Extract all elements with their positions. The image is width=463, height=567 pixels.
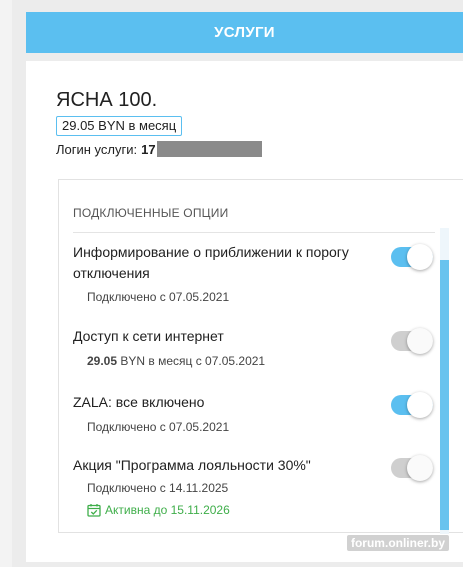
tab-services-label: УСЛУГИ	[214, 24, 275, 41]
option-toggle[interactable]	[391, 244, 433, 270]
option-item: Доступ к сети интернет 29.05 BYN в месяц…	[73, 326, 433, 368]
option-title: Доступ к сети интернет	[73, 328, 224, 344]
divider	[73, 232, 435, 233]
option-item: Акция "Программа лояльности 30%" Подключ…	[73, 455, 433, 517]
service-login-row: Логин услуги: 17	[56, 141, 262, 157]
option-toggle[interactable]	[391, 328, 433, 354]
tariff-name: ЯСНА 100.	[56, 89, 158, 111]
toggle-knob	[407, 455, 433, 481]
option-price-value: 29.05	[87, 354, 118, 368]
option-title: ZALA: все включено	[73, 394, 205, 410]
login-redaction	[156, 141, 262, 157]
toggle-knob	[407, 328, 433, 354]
left-panel-edge	[0, 0, 12, 567]
connected-options-panel: ПОДКЛЮЧЕННЫЕ ОПЦИИ Информирование о приб…	[58, 179, 463, 534]
option-title: Акция "Программа лояльности 30%"	[73, 457, 311, 473]
option-active-until: Активна до 15.11.2026	[87, 503, 433, 517]
options-title: ПОДКЛЮЧЕННЫЕ ОПЦИИ	[73, 206, 229, 220]
option-title: Информирование о приближении к порогу от…	[73, 244, 349, 281]
login-label: Логин услуги:	[56, 141, 138, 157]
option-item: ZALA: все включено Подключено с 07.05.20…	[73, 392, 433, 434]
option-item: Информирование о приближении к порогу от…	[73, 242, 433, 304]
option-subtitle: Подключено с 07.05.2021	[87, 290, 230, 304]
option-toggle[interactable]	[391, 455, 433, 481]
option-price-rest: BYN в месяц с 07.05.2021	[117, 354, 266, 368]
option-subtitle: Подключено с 07.05.2021	[87, 420, 230, 434]
price-badge: 29.05 BYN в месяц	[56, 116, 183, 136]
toggle-knob	[407, 244, 433, 270]
login-value: 17	[141, 141, 156, 157]
calendar-check-icon	[87, 504, 101, 517]
option-subtitle: 29.05 BYN в месяц с 07.05.2021	[87, 354, 433, 368]
scrollbar-thumb[interactable]	[440, 260, 449, 530]
tab-services[interactable]: УСЛУГИ	[26, 12, 463, 53]
watermark: forum.onliner.by	[346, 535, 449, 551]
service-card: ЯСНА 100. 29.05 BYN в месяц Логин услуги…	[26, 61, 463, 562]
toggle-knob	[407, 392, 433, 418]
active-until-text: Активна до 15.11.2026	[105, 503, 230, 517]
option-subtitle: Подключено с 14.11.2025	[87, 481, 229, 495]
option-toggle[interactable]	[391, 392, 433, 418]
